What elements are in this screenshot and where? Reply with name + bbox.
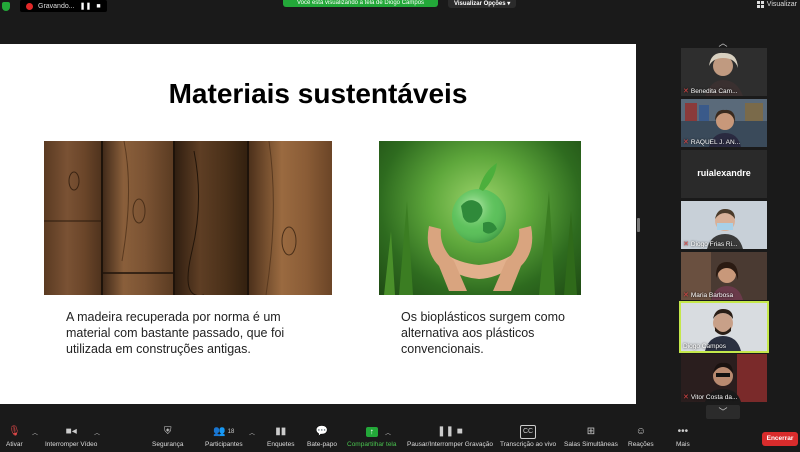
more-button[interactable]: ••• Mais: [676, 426, 690, 448]
chevron-up-icon[interactable]: ︿: [32, 428, 38, 437]
top-bar: Gravando... ❚❚ ■ Você está visualizando …: [0, 0, 800, 12]
more-label: Mais: [676, 441, 690, 448]
share-screen-label: Compartilhar tela: [347, 441, 397, 448]
polls-button[interactable]: ▮▮ Enquetes: [267, 426, 294, 448]
recording-box: Gravando... ❚❚ ■: [20, 0, 107, 12]
participants-button[interactable]: 👥 18 Participantes: [205, 426, 243, 448]
breakout-rooms-button[interactable]: ⊞ Salas Simultâneas: [564, 426, 618, 448]
participant-tile[interactable]: ✕ Benedita Cam...: [681, 48, 767, 96]
view-button[interactable]: Visualizar: [756, 1, 797, 8]
polls-icon: ▮▮: [275, 426, 287, 437]
reaction-icon: ☺: [635, 426, 646, 437]
grid-icon: [756, 1, 764, 8]
participant-name-large: ruialexandre: [697, 168, 751, 178]
recording-control-button[interactable]: ❚❚ ■ Pausar/Interromper Gravação: [407, 426, 493, 448]
participant-name: ✕ Diogo Frias Ri...: [683, 240, 738, 249]
participant-name: Diogo Campos: [683, 343, 726, 350]
mic-off-icon: 🎙: [7, 426, 21, 437]
cc-icon: CC: [520, 425, 537, 439]
recording-status: Gravando... ❚❚ ■: [0, 0, 107, 12]
participant-tile[interactable]: ruialexandre: [681, 150, 767, 198]
participants-count: 18: [227, 429, 235, 435]
reactions-button[interactable]: ☺ Reações: [628, 426, 654, 448]
participant-name: ✕ Benedita Cam...: [683, 87, 738, 96]
participant-tile[interactable]: ✕ Diogo Frias Ri...: [681, 201, 767, 249]
globe-in-hands-illustration: [384, 163, 577, 295]
polls-label: Enquetes: [267, 441, 295, 448]
mic-off-icon: ✕: [683, 139, 689, 146]
mic-off-icon: ✕: [683, 88, 689, 95]
meeting-toolbar: 🎙 Ativar ︿ ■◂ Interromper Vídeo ︿ ⛨ Segu…: [0, 422, 800, 452]
shared-screen-slide: Materiais sustentáveis A madeira recuper…: [0, 44, 636, 404]
participant-name: ✕ Vitor Costa da...: [683, 393, 738, 402]
wood-planks-image: [44, 141, 332, 295]
recording-icon: ❚❚ ■: [437, 426, 463, 437]
video-icon: ■◂: [65, 426, 77, 437]
bioplastic-description: Os bioplásticos surgem como alternativa …: [401, 310, 565, 356]
chat-icon: 💬: [315, 426, 329, 437]
chevron-up-icon[interactable]: ︿: [249, 428, 255, 437]
unmute-button[interactable]: 🎙 Ativar: [6, 426, 23, 448]
share-banner: Você está visualizando a tela de Diogo C…: [283, 0, 438, 7]
participant-tile-active-speaker[interactable]: Diogo Campos: [679, 301, 769, 353]
gallery-scroll-down-icon[interactable]: ﹀: [706, 405, 740, 419]
reactions-label: Reações: [628, 441, 654, 448]
view-options-button[interactable]: Visualizar Opções ▾: [448, 0, 517, 8]
chat-label: Bate-papo: [307, 441, 337, 448]
gallery-scroll-up-icon[interactable]: ︿: [706, 36, 740, 48]
participant-name: ✕ RAQUEL J. AN...: [683, 138, 741, 147]
zoom-window: Gravando... ❚❚ ■ Você está visualizando …: [0, 0, 800, 452]
chevron-up-icon[interactable]: ︿: [94, 428, 100, 437]
shield-icon[interactable]: [2, 1, 10, 11]
stop-video-label: Interromper Vídeo: [45, 441, 98, 448]
breakout-rooms-label: Salas Simultâneas: [564, 441, 618, 448]
recording-label: Gravando...: [38, 2, 75, 10]
gallery-resize-handle[interactable]: [637, 218, 640, 232]
record-dot-icon: [26, 2, 33, 10]
more-icon: •••: [677, 426, 689, 437]
live-transcription-button[interactable]: CC Transcrição ao vivo: [500, 425, 557, 448]
participant-tile[interactable]: ✕ Maria Barbosa: [681, 252, 767, 300]
stop-icon[interactable]: ■: [96, 3, 100, 10]
participant-tile[interactable]: ✕ RAQUEL J. AN...: [681, 99, 767, 147]
stop-video-button[interactable]: ■◂ Interromper Vídeo: [45, 426, 97, 448]
slide-title: Materiais sustentáveis: [168, 78, 468, 109]
mic-off-icon: ✕: [683, 394, 689, 401]
security-shield-icon: ⛨: [163, 426, 172, 437]
unmute-label: Ativar: [6, 441, 23, 448]
security-label: Segurança: [152, 441, 184, 448]
wood-description: A madeira recuperada por norma é um mate…: [66, 310, 285, 356]
mic-off-icon: ✕: [683, 241, 689, 248]
chevron-down-icon: ▾: [507, 1, 511, 7]
participants-icon: 👥 18: [213, 426, 235, 437]
chat-button[interactable]: 💬 Bate-papo: [307, 426, 337, 448]
end-meeting-button[interactable]: Encerrar: [762, 432, 798, 446]
live-transcription-label: Transcrição ao vivo: [500, 441, 557, 448]
wood-grain: [44, 141, 297, 295]
pause-icon[interactable]: ❚❚: [80, 2, 92, 10]
security-button[interactable]: ⛨ Segurança: [152, 426, 183, 448]
mic-off-icon: ✕: [683, 292, 689, 299]
share-screen-icon: ↑: [365, 426, 378, 438]
globe-in-hands-image: [379, 141, 581, 295]
participant-name: ✕ Maria Barbosa: [683, 291, 734, 300]
breakout-icon: ⊞: [586, 426, 596, 437]
view-button-label: Visualizar: [766, 1, 797, 8]
participant-tile[interactable]: ✕ Vitor Costa da...: [681, 354, 767, 402]
participants-label: Participantes: [205, 441, 243, 448]
recording-control-label: Pausar/Interromper Gravação: [407, 441, 493, 448]
view-options-label: Visualizar Opções: [454, 1, 506, 7]
chevron-up-icon[interactable]: ︿: [385, 428, 391, 437]
